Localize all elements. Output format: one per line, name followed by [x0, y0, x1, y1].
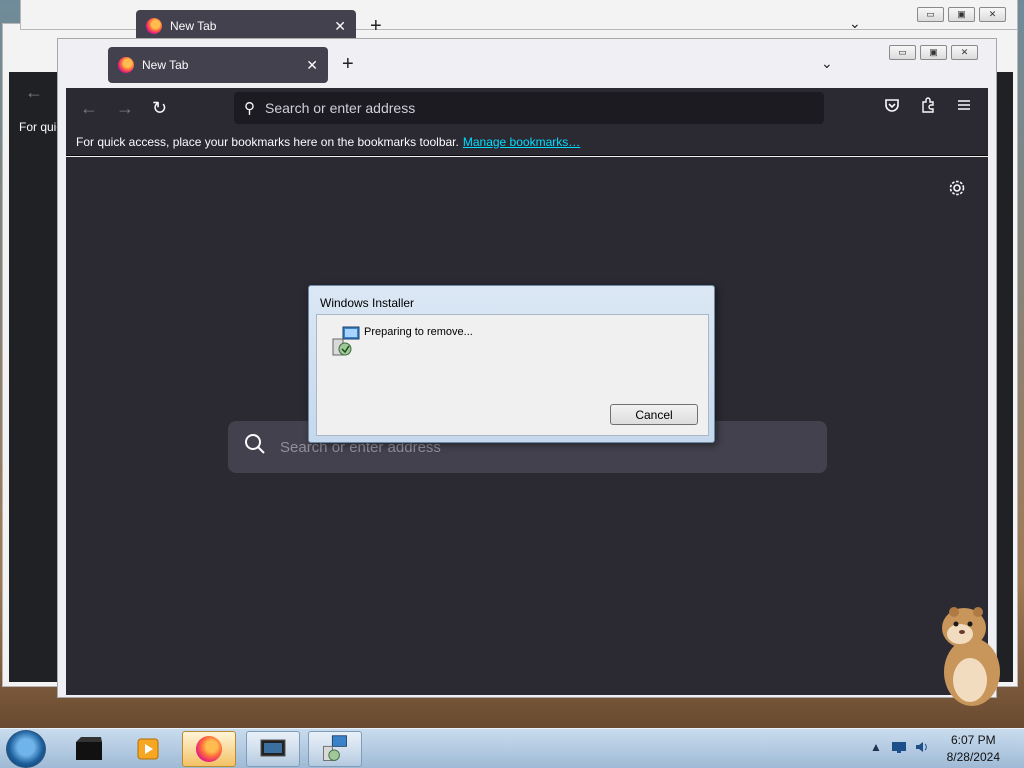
- cancel-button[interactable]: Cancel: [610, 404, 698, 425]
- bookmarks-toolbar: For quick access, place your bookmarks h…: [66, 128, 988, 156]
- close-button[interactable]: ✕: [951, 45, 978, 60]
- reload-icon[interactable]: ↻: [152, 98, 167, 119]
- close-button[interactable]: ✕: [979, 7, 1006, 22]
- minimize-button[interactable]: ▭: [889, 45, 916, 60]
- navigation-toolbar: ← → ↻ ⚲ Search or enter address: [66, 88, 988, 128]
- pocket-icon[interactable]: [884, 97, 900, 118]
- forward-arrow-icon[interactable]: →: [116, 98, 134, 119]
- clock-time: 6:07 PM: [950, 733, 996, 747]
- gear-icon[interactable]: [948, 179, 966, 202]
- firefox-icon: [146, 18, 162, 34]
- search-icon: [244, 433, 266, 461]
- network-icon[interactable]: [891, 740, 907, 757]
- clock-date: 8/28/2024: [946, 750, 1000, 764]
- hamster-mascot-image: [932, 602, 1010, 708]
- tab-title: New Tab: [142, 58, 189, 72]
- dialog-message: Preparing to remove...: [364, 326, 473, 338]
- minimize-button[interactable]: ▭: [917, 7, 944, 22]
- show-hidden-icons-arrow[interactable]: ▲: [870, 740, 882, 754]
- back-arrow-icon: ←: [25, 82, 43, 102]
- clock[interactable]: 6:07 PM 8/28/2024: [947, 732, 1000, 766]
- url-bar-placeholder: Search or enter address: [265, 100, 416, 116]
- windows-installer-dialog[interactable]: Windows Installer Preparing to remove...…: [308, 285, 715, 443]
- url-bar[interactable]: ⚲ Search or enter address: [234, 92, 824, 124]
- firefox-icon: [118, 57, 134, 73]
- manage-bookmarks-link[interactable]: Manage bookmarks…: [463, 135, 580, 149]
- dialog-body: Preparing to remove... Cancel: [316, 314, 709, 436]
- close-tab-icon[interactable]: ✕: [306, 57, 318, 74]
- maximize-button[interactable]: ▣: [920, 45, 947, 60]
- taskbar-remote-desktop[interactable]: [246, 731, 300, 767]
- taskbar-windows-installer[interactable]: [308, 731, 362, 767]
- close-tab-icon[interactable]: ✕: [334, 18, 346, 35]
- taskbar-media-player[interactable]: [121, 731, 175, 767]
- bookmarks-hint-text: For quick access, place your bookmarks h…: [76, 134, 459, 149]
- extensions-icon[interactable]: [920, 97, 936, 118]
- installer-icon: [329, 325, 363, 359]
- menu-hamburger-icon[interactable]: [956, 97, 972, 118]
- list-all-tabs-button[interactable]: ⌄: [849, 15, 861, 32]
- volume-icon[interactable]: [914, 740, 930, 757]
- back-arrow-icon[interactable]: ←: [80, 98, 98, 119]
- search-icon: ⚲: [244, 100, 255, 117]
- tab-title: New Tab: [170, 19, 217, 33]
- window-caption-buttons: ▭ ▣ ✕: [917, 7, 1006, 22]
- window-caption-buttons: ▭ ▣ ✕: [889, 45, 978, 60]
- taskbar: ▲ 6:07 PM 8/28/2024: [0, 728, 1024, 768]
- start-button[interactable]: [6, 730, 46, 768]
- firefox-icon: [196, 736, 222, 762]
- maximize-button[interactable]: ▣: [948, 7, 975, 22]
- list-all-tabs-button[interactable]: ⌄: [821, 55, 833, 72]
- new-tab-button[interactable]: +: [370, 15, 382, 38]
- new-tab-button[interactable]: +: [342, 53, 354, 76]
- tab-new-tab[interactable]: New Tab ✕: [108, 47, 328, 83]
- taskbar-firefox[interactable]: [182, 731, 236, 767]
- dialog-title: Windows Installer: [320, 296, 415, 310]
- bookmark-hint-fragment: For quic: [19, 120, 63, 134]
- taskbar-app-generic[interactable]: [62, 731, 116, 767]
